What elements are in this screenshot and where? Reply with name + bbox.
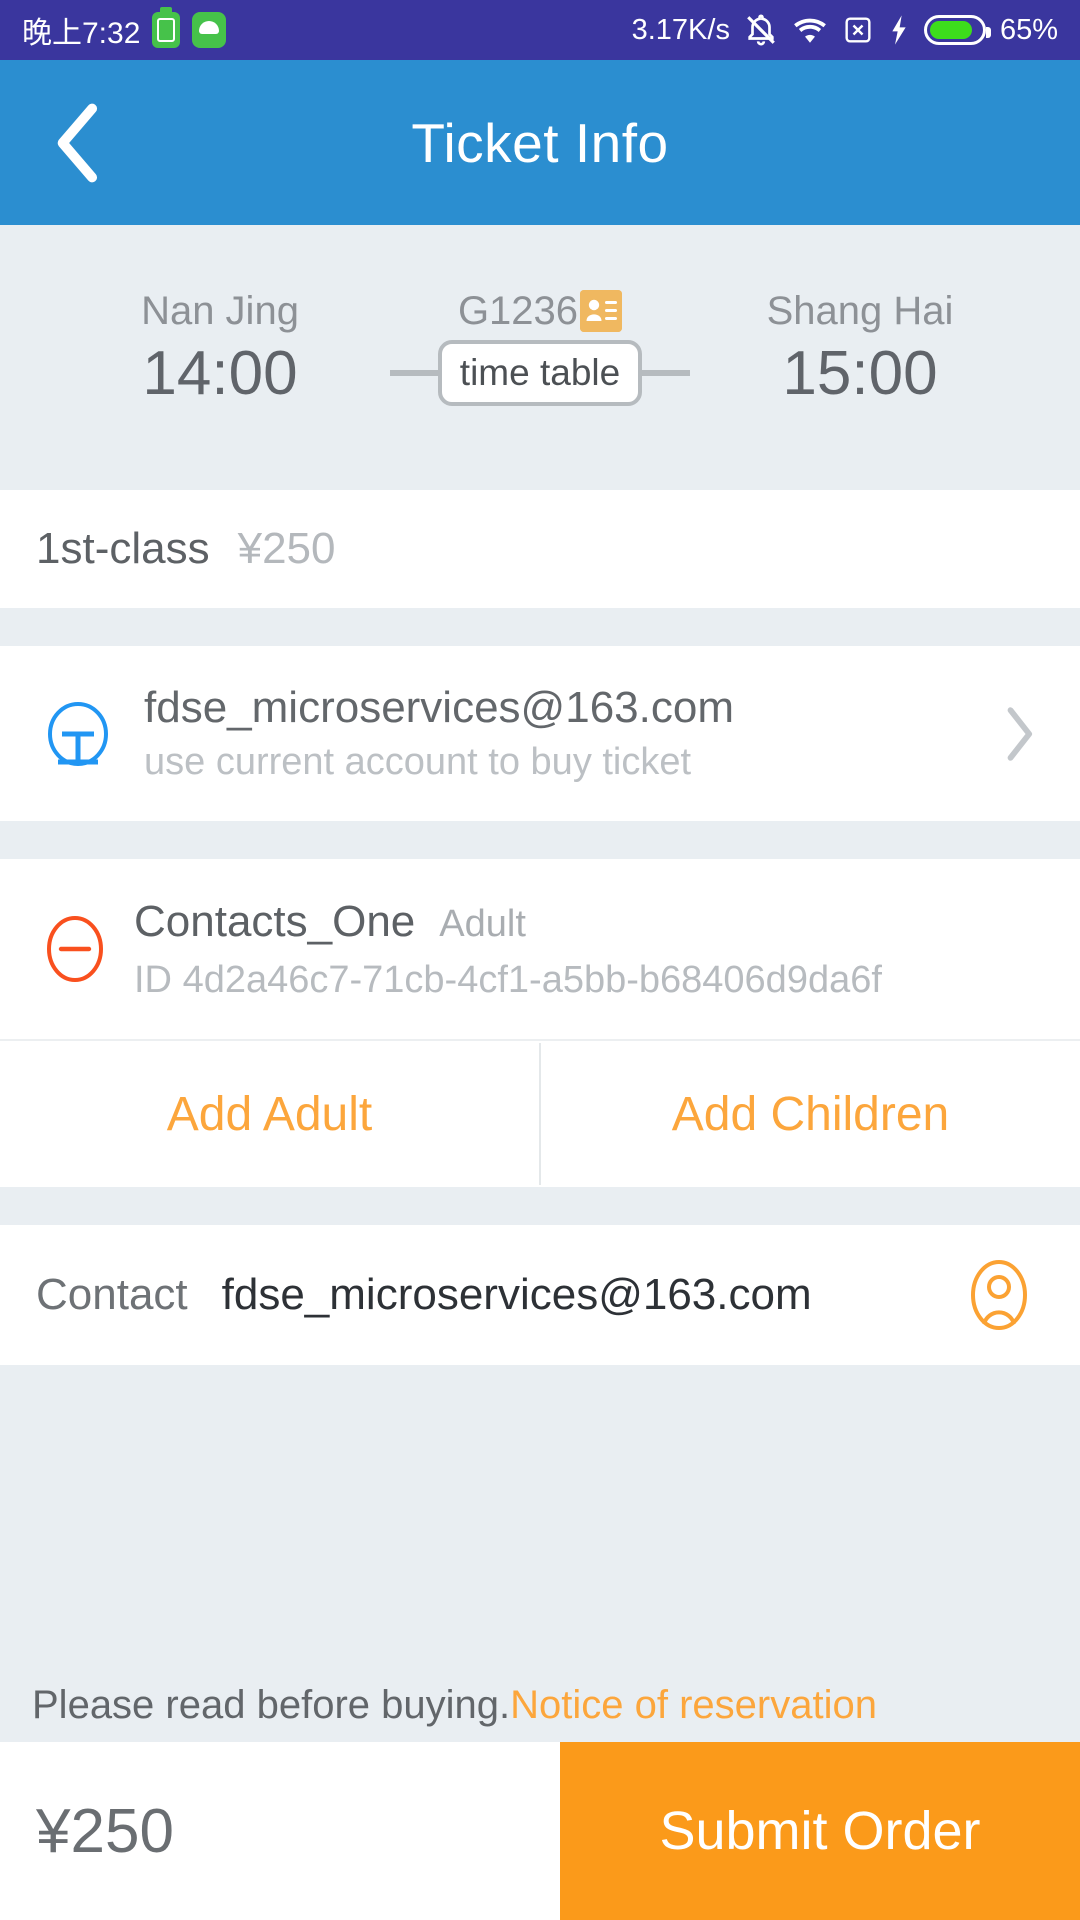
to-station-label: Shang Hai — [766, 288, 954, 333]
charging-bolt-icon — [888, 14, 910, 46]
total-price-label: ¥250 — [36, 1796, 174, 1866]
passenger-id-value: 4d2a46c7-71cb-4cf1-a5bb-b68406d9da6f — [182, 958, 882, 1001]
contact-label: Contact — [36, 1270, 188, 1319]
section-spacer-2 — [0, 821, 1080, 859]
add-children-button[interactable]: Add Children — [541, 1041, 1080, 1187]
account-subtitle-label: use current account to buy ticket — [144, 741, 692, 783]
depart-time-label: 14:00 — [142, 338, 298, 408]
ticket-info-screen: 晚上7:32 3.17K/s 65% Ticket Info Nan Jing … — [0, 0, 1080, 1920]
seat-class-row[interactable]: 1st-class ¥250 — [0, 490, 1080, 608]
passenger-type-label: Adult — [439, 902, 526, 945]
passenger-name-label: Contacts_One — [134, 896, 416, 946]
passenger-name-row: Contacts_One Adult — [134, 897, 882, 947]
status-bar-right: 3.17K/s 65% — [632, 13, 1058, 47]
account-circle-icon — [40, 696, 116, 772]
account-text-group: fdse_microservices@163.com use current a… — [144, 683, 994, 784]
section-spacer-3 — [0, 1187, 1080, 1225]
trip-summary: Nan Jing G1236 Shang Hai 14:00 time tabl… — [0, 225, 1080, 490]
account-email-label: fdse_microservices@163.com — [144, 683, 734, 732]
passenger-id-prefix: ID — [134, 958, 172, 1001]
passenger-id-row: ID 4d2a46c7-71cb-4cf1-a5bb-b68406d9da6f — [134, 959, 882, 1002]
add-adult-button[interactable]: Add Adult — [0, 1041, 539, 1187]
chevron-right-icon[interactable] — [994, 705, 1044, 763]
notice-link[interactable]: Notice of reservation — [510, 1683, 877, 1728]
contact-row: Contact fdse_microservices@163.com — [0, 1225, 1080, 1365]
status-bar-left: 晚上7:32 — [22, 7, 227, 52]
sim-x-icon — [842, 14, 874, 46]
back-chevron-icon — [57, 103, 98, 182]
notice-static-text: Please read before buying. — [32, 1682, 511, 1727]
timetable-group: time table — [389, 340, 691, 406]
status-bar-clock: 晚上7:32 — [22, 17, 141, 50]
network-speed-label: 3.17K/s — [631, 13, 730, 46]
page-title: Ticket Info — [411, 111, 669, 174]
route-line-right — [642, 370, 691, 376]
contact-card-icon — [580, 290, 623, 332]
wifi-icon — [792, 15, 828, 45]
arrive-time-label: 15:00 — [782, 338, 938, 408]
passenger-row: Contacts_One Adult ID 4d2a46c7-71cb-4cf1… — [0, 859, 1080, 1039]
timetable-button[interactable]: time table — [437, 340, 643, 406]
battery-percent-label: 65% — [999, 13, 1058, 46]
account-row[interactable]: fdse_microservices@163.com use current a… — [0, 646, 1080, 821]
section-spacer-1 — [0, 608, 1080, 646]
from-station-label: Nan Jing — [141, 288, 299, 333]
passenger-text-group: Contacts_One Adult ID 4d2a46c7-71cb-4cf1… — [134, 897, 882, 1002]
contact-value[interactable]: fdse_microservices@163.com — [222, 1270, 812, 1320]
minus-circle-icon[interactable] — [40, 914, 110, 984]
status-bar: 晚上7:32 3.17K/s 65% — [0, 0, 1080, 60]
trip-times-row: 14:00 time table 15:00 — [0, 338, 1080, 409]
train-number-group: G1236 — [400, 289, 680, 334]
bell-muted-icon — [744, 13, 778, 47]
back-button[interactable] — [40, 103, 118, 182]
add-passenger-buttons: Add Adult Add Children — [0, 1039, 1080, 1187]
seat-class-label: 1st-class — [36, 524, 210, 573]
bottom-bar: ¥250 Submit Order — [0, 1742, 1080, 1920]
android-robot-icon — [192, 12, 227, 48]
seat-price-label: ¥250 — [237, 524, 336, 573]
battery-icon — [923, 15, 991, 45]
trip-stations-row: Nan Jing G1236 Shang Hai — [0, 289, 1080, 334]
train-number-label: G1236 — [457, 288, 579, 333]
app-header: Ticket Info — [0, 60, 1080, 225]
submit-order-button[interactable]: Submit Order — [560, 1742, 1080, 1920]
reservation-notice: Please read before buying. Notice of res… — [0, 1668, 1080, 1742]
battery-chip-icon — [152, 7, 181, 48]
content-filler — [0, 1365, 1080, 1668]
route-line-left — [389, 370, 438, 376]
person-circle-icon[interactable] — [962, 1258, 1036, 1332]
